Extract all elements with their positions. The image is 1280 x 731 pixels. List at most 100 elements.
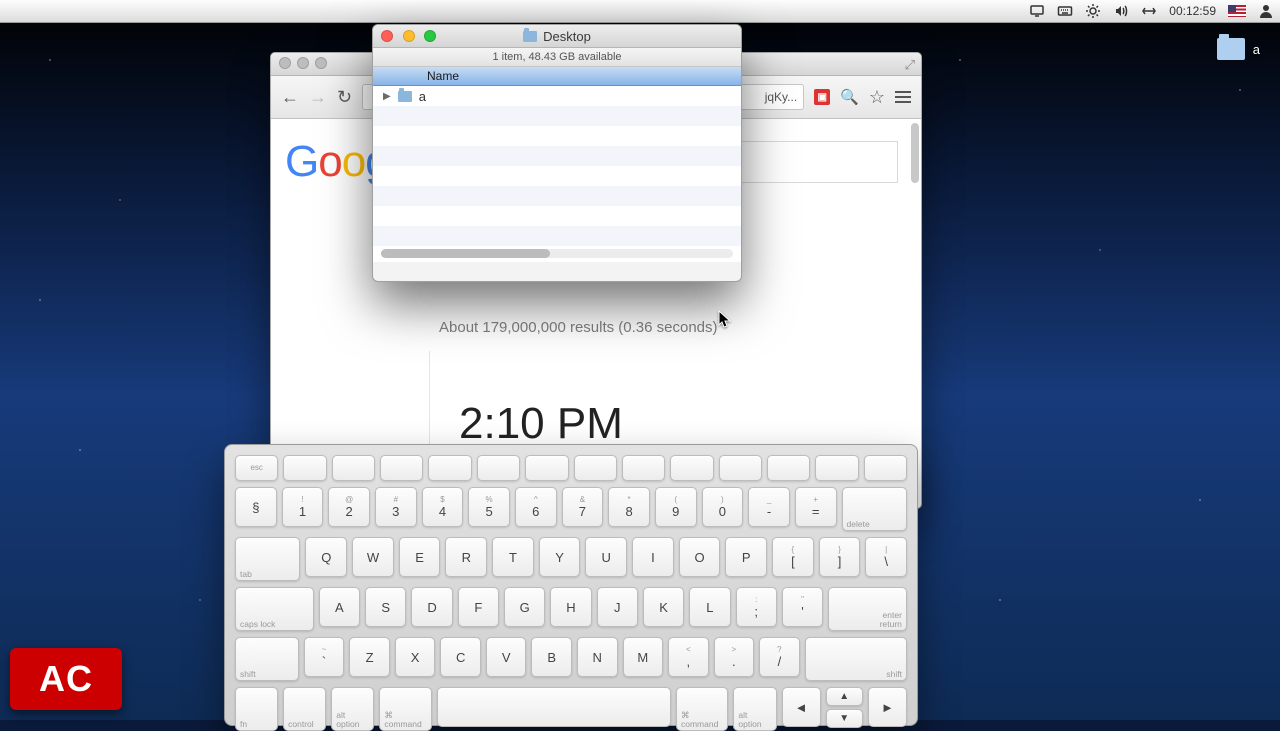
key-.[interactable]: >. (714, 637, 755, 677)
key-A[interactable]: A (319, 587, 360, 627)
key-fn-11[interactable] (767, 455, 810, 481)
key--[interactable]: _- (748, 487, 790, 527)
key-fn-6[interactable] (525, 455, 568, 481)
key-arrow-right[interactable]: ► (868, 687, 907, 727)
key-tab[interactable]: tab (235, 537, 300, 581)
key-E[interactable]: E (399, 537, 441, 577)
key-[[interactable]: {[ (772, 537, 814, 577)
user-icon[interactable] (1258, 3, 1274, 19)
key-4[interactable]: $4 (422, 487, 464, 527)
zoom-button[interactable] (424, 30, 436, 42)
key-return[interactable]: enterreturn (828, 587, 907, 631)
key-Y[interactable]: Y (539, 537, 581, 577)
key-=[interactable]: += (795, 487, 837, 527)
key-option-right[interactable]: altoption (733, 687, 776, 731)
key-shift-right[interactable]: shift (805, 637, 907, 681)
finder-file-list[interactable]: ▶ a (373, 86, 741, 262)
column-header-name[interactable]: Name (373, 67, 741, 86)
key-/[interactable]: ?/ (759, 637, 800, 677)
key-6[interactable]: ^6 (515, 487, 557, 527)
browser-traffic-lights[interactable] (279, 57, 333, 72)
key-fn-0[interactable]: esc (235, 455, 278, 481)
zoom-icon[interactable]: 🔍 (840, 88, 859, 106)
desktop-item-folder[interactable]: a (1217, 38, 1260, 60)
key-S[interactable]: S (365, 587, 406, 627)
key-1[interactable]: !1 (282, 487, 324, 527)
key-V[interactable]: V (486, 637, 527, 677)
lastpass-icon[interactable]: ▣ (814, 89, 830, 105)
key-'[interactable]: "' (782, 587, 823, 627)
key-L[interactable]: L (689, 587, 730, 627)
key-F[interactable]: F (458, 587, 499, 627)
sync-icon[interactable] (1141, 3, 1157, 19)
key-K[interactable]: K (643, 587, 684, 627)
disclosure-triangle-icon[interactable]: ▶ (383, 91, 391, 102)
key-fn[interactable]: fn (235, 687, 278, 731)
key-N[interactable]: N (577, 637, 618, 677)
key-\[interactable]: |\ (865, 537, 907, 577)
key-option-left[interactable]: altoption (331, 687, 374, 731)
key-R[interactable]: R (445, 537, 487, 577)
fullscreen-button[interactable]: ⤢ (905, 57, 915, 73)
key-backtick[interactable]: ~` (304, 637, 345, 677)
minimize-button[interactable] (403, 30, 415, 42)
key-;[interactable]: :; (736, 587, 777, 627)
finder-titlebar[interactable]: Desktop (373, 25, 741, 48)
key-fn-7[interactable] (574, 455, 617, 481)
key-C[interactable]: C (440, 637, 481, 677)
forward-button[interactable]: → (309, 87, 327, 108)
hamburger-menu-icon[interactable] (895, 91, 911, 103)
key-fn-10[interactable] (719, 455, 762, 481)
key-§[interactable]: § (235, 487, 277, 527)
key-fn-2[interactable] (332, 455, 375, 481)
finder-horizontal-scrollbar[interactable] (381, 249, 733, 258)
key-command-left[interactable]: ⌘command (379, 687, 431, 731)
key-shift-left[interactable]: shift (235, 637, 299, 681)
key-O[interactable]: O (679, 537, 721, 577)
key-fn-5[interactable] (477, 455, 520, 481)
back-button[interactable]: ← (281, 87, 299, 108)
key-fn-12[interactable] (815, 455, 858, 481)
key-fn-13[interactable] (864, 455, 907, 481)
key-fn-1[interactable] (283, 455, 326, 481)
key-fn-3[interactable] (380, 455, 423, 481)
reload-button[interactable]: ↻ (337, 87, 352, 108)
bookmark-star-icon[interactable]: ☆ (869, 87, 885, 108)
key-U[interactable]: U (585, 537, 627, 577)
key-Q[interactable]: Q (305, 537, 347, 577)
menubar-clock[interactable]: 00:12:59 (1169, 4, 1216, 18)
key-8[interactable]: *8 (608, 487, 650, 527)
key-0[interactable]: )0 (702, 487, 744, 527)
key-2[interactable]: @2 (328, 487, 370, 527)
key-,[interactable]: <, (668, 637, 709, 677)
key-delete[interactable]: delete (842, 487, 907, 531)
key-control[interactable]: control (283, 687, 326, 731)
key-capslock[interactable]: caps lock (235, 587, 314, 631)
key-arrow-left[interactable]: ◄ (782, 687, 821, 727)
key-7[interactable]: &7 (562, 487, 604, 527)
key-5[interactable]: %5 (468, 487, 510, 527)
file-row[interactable]: ▶ a (373, 86, 426, 106)
key-command-right[interactable]: ⌘command (676, 687, 728, 731)
finder-traffic-lights[interactable] (381, 30, 442, 45)
brightness-icon[interactable] (1085, 3, 1101, 19)
key-H[interactable]: H (550, 587, 591, 627)
input-flag-icon[interactable] (1228, 5, 1246, 17)
key-J[interactable]: J (597, 587, 638, 627)
volume-icon[interactable] (1113, 3, 1129, 19)
key-fn-8[interactable] (622, 455, 665, 481)
key-G[interactable]: G (504, 587, 545, 627)
key-P[interactable]: P (725, 537, 767, 577)
key-fn-4[interactable] (428, 455, 471, 481)
key-Z[interactable]: Z (349, 637, 390, 677)
key-9[interactable]: (9 (655, 487, 697, 527)
key-T[interactable]: T (492, 537, 534, 577)
key-B[interactable]: B (531, 637, 572, 677)
key-space[interactable] (437, 687, 671, 727)
key-3[interactable]: #3 (375, 487, 417, 527)
display-icon[interactable] (1029, 3, 1045, 19)
key-W[interactable]: W (352, 537, 394, 577)
key-D[interactable]: D (411, 587, 452, 627)
key-arrow-down[interactable]: ▼ (826, 709, 863, 728)
key-M[interactable]: M (623, 637, 664, 677)
